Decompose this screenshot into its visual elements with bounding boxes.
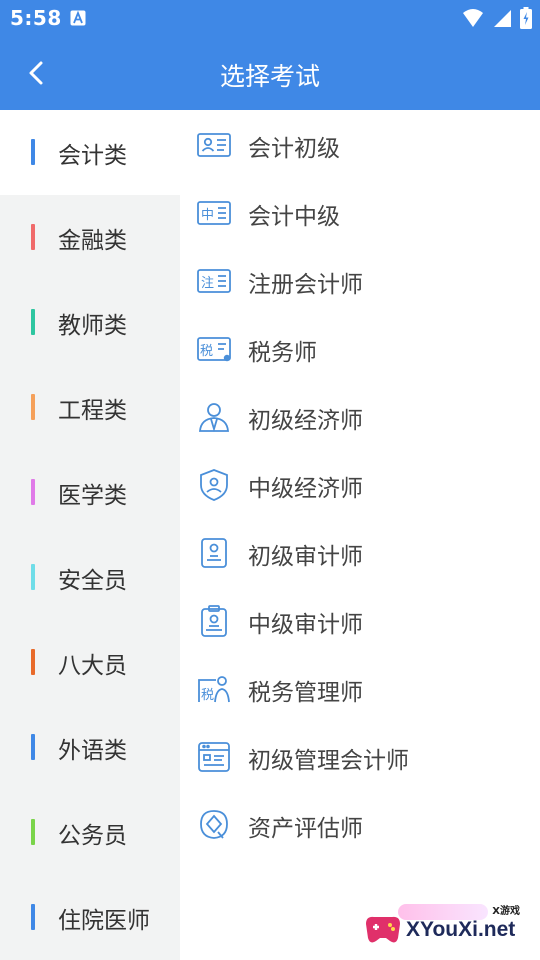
zhu-badge-icon: 注: [197, 269, 231, 293]
exam-list: 会计初级 中 会计中级 注 注册会计师 税 税务师 初级经济师 中级经济师 初级…: [180, 110, 540, 960]
category-label: 住院医师: [58, 908, 150, 934]
tax-person-icon: 税: [198, 676, 230, 703]
id-card-icon: [197, 133, 231, 157]
exam-item[interactable]: 注 注册会计师: [180, 246, 540, 314]
watermark-small-text: X游戏: [492, 906, 520, 917]
battery-icon: [520, 7, 532, 29]
person-icon: [199, 403, 229, 433]
wifi-icon: [463, 9, 483, 27]
stamp-doc-icon: [201, 538, 227, 568]
exam-label: 中级经济师: [248, 476, 363, 502]
category-item-accounting[interactable]: 会计类: [0, 110, 180, 195]
icon-glyph: 中: [201, 208, 214, 223]
exam-label: 初级管理会计师: [248, 748, 409, 774]
exam-item[interactable]: 中 会计中级: [180, 178, 540, 246]
site-watermark: X游戏 XYouXi.net: [362, 904, 532, 950]
category-item-teacher[interactable]: 教师类: [0, 280, 180, 365]
category-label: 会计类: [58, 143, 127, 169]
gamepad-logo-icon: [366, 916, 400, 943]
icon-glyph: 注: [201, 276, 214, 291]
status-icons: [462, 7, 532, 29]
clipboard-stamp-icon: [201, 605, 227, 637]
status-time: 5:58: [10, 6, 62, 30]
icon-glyph: 税: [200, 344, 213, 359]
category-color-bar: [31, 224, 35, 250]
category-label: 工程类: [58, 398, 127, 424]
exam-item[interactable]: 中级审计师: [180, 586, 540, 654]
signal-icon: [494, 10, 511, 27]
exam-item[interactable]: 初级审计师: [180, 518, 540, 586]
category-label: 教师类: [58, 313, 127, 339]
exam-item[interactable]: 资产评估师: [180, 790, 540, 858]
exam-label: 资产评估师: [248, 816, 363, 842]
category-color-bar: [31, 309, 35, 335]
zhong-badge-icon: 中: [197, 201, 231, 225]
exam-label: 税务管理师: [248, 680, 363, 706]
exam-item[interactable]: 税 税务师: [180, 314, 540, 382]
category-label: 医学类: [58, 483, 127, 509]
exam-label: 税务师: [248, 340, 317, 366]
category-sidebar: 会计类 金融类 教师类 工程类 医学类 安全员 八大员 外语类 公务员 住院医师: [0, 110, 180, 960]
category-color-bar: [31, 479, 35, 505]
exam-label: 初级经济师: [248, 408, 363, 434]
category-color-bar: [31, 819, 35, 845]
category-label: 外语类: [58, 738, 127, 764]
shield-icon: [200, 469, 228, 501]
exam-label: 会计中级: [248, 204, 340, 230]
exam-item[interactable]: 税 税务管理师: [180, 654, 540, 722]
category-item-engineering[interactable]: 工程类: [0, 365, 180, 450]
category-color-bar: [31, 564, 35, 590]
category-item-eight-staff[interactable]: 八大员: [0, 620, 180, 705]
category-item-medical[interactable]: 医学类: [0, 450, 180, 535]
exam-label: 中级审计师: [248, 612, 363, 638]
category-color-bar: [31, 734, 35, 760]
icon-glyph: 税: [201, 688, 214, 703]
category-label: 金融类: [58, 228, 127, 254]
exam-label: 初级审计师: [248, 544, 363, 570]
category-label: 公务员: [58, 823, 127, 849]
category-item-language[interactable]: 外语类: [0, 705, 180, 790]
exam-label: 会计初级: [248, 136, 340, 162]
diamond-search-icon: [200, 810, 228, 839]
exam-item[interactable]: 会计初级: [180, 110, 540, 178]
notification-a-icon: [70, 10, 86, 26]
category-label: 安全员: [58, 568, 127, 594]
app-bar: 选择考试: [0, 36, 540, 110]
exam-label: 注册会计师: [248, 272, 363, 298]
exam-item[interactable]: 中级经济师: [180, 450, 540, 518]
category-item-civil-servant[interactable]: 公务员: [0, 790, 180, 875]
page-title: 选择考试: [219, 62, 320, 91]
category-color-bar: [31, 649, 35, 675]
shui-badge-icon: 税: [197, 337, 231, 362]
category-item-finance[interactable]: 金融类: [0, 195, 180, 280]
category-color-bar: [31, 394, 35, 420]
exam-item[interactable]: 初级经济师: [180, 382, 540, 450]
form-window-icon: [198, 742, 230, 772]
category-item-resident-doctor[interactable]: 住院医师: [0, 875, 180, 960]
category-color-bar: [31, 139, 35, 165]
category-color-bar: [31, 904, 35, 930]
category-item-safety[interactable]: 安全员: [0, 535, 180, 620]
watermark-text: XYouXi.net: [406, 918, 516, 941]
exam-item[interactable]: 初级管理会计师: [180, 722, 540, 790]
category-label: 八大员: [58, 653, 127, 679]
status-bar: 5:58: [0, 0, 540, 36]
